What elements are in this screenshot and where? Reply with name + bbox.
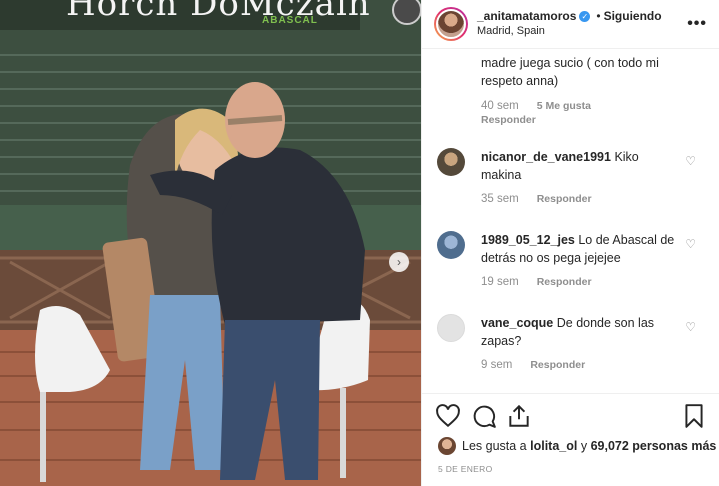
storefront-sign-subtext: ABASCAL <box>262 15 318 26</box>
author-avatar-image <box>436 9 466 39</box>
comment-like-heart-icon[interactable]: ♡ <box>685 320 696 334</box>
comment-text: madre juega sucio ( con todo mi respeto … <box>481 56 659 88</box>
likes-connector: y <box>580 439 588 453</box>
author-avatar[interactable] <box>434 7 468 41</box>
likes-summary: Les gusta a lolita_ol y 69,072 personas … <box>438 437 716 455</box>
chevron-right-icon: › <box>397 255 401 269</box>
next-photo-button[interactable]: › <box>389 252 409 272</box>
author-username[interactable]: _anitamatamoros <box>477 9 576 24</box>
separator-dot: • <box>596 9 601 23</box>
reply-button[interactable]: Responder <box>537 193 592 205</box>
more-options-icon[interactable]: ••• <box>687 15 707 33</box>
action-icons-row <box>435 403 707 429</box>
commenter-username[interactable]: 1989_05_12_jes <box>481 233 575 247</box>
heart-icon[interactable] <box>435 403 461 429</box>
reply-button[interactable]: Responder <box>530 359 585 371</box>
commenter-avatar[interactable] <box>437 231 465 259</box>
comment-time: 9 sem <box>481 359 513 371</box>
post-photo[interactable]: Horch DoMczain ABASCAL › <box>0 0 421 486</box>
comment-time: 35 sem <box>481 193 519 205</box>
share-icon[interactable] <box>506 403 532 429</box>
comment-like-heart-icon[interactable]: ♡ <box>685 237 696 251</box>
comment-icon[interactable] <box>471 403 497 429</box>
storefront-sign-text: Horch DoMczain <box>66 0 371 24</box>
comment-meta: 40 sem 5 Me gusta <box>481 100 609 112</box>
post-header: _anitamatamoros ✓ • Siguiendo Madrid, Sp… <box>422 0 719 49</box>
comment-time: 40 sem <box>481 100 519 112</box>
liker-avatar[interactable] <box>438 437 456 455</box>
author-info: _anitamatamoros ✓ • Siguiendo Madrid, Sp… <box>477 9 687 39</box>
comment-meta: 9 sem Responder <box>481 359 603 371</box>
comment-like-heart-icon[interactable]: ♡ <box>685 154 696 168</box>
comment-likes[interactable]: 5 Me gusta <box>537 100 591 112</box>
comment-time: 19 sem <box>481 276 519 288</box>
reply-button[interactable]: Responder <box>481 114 536 126</box>
post-side-panel: _anitamatamoros ✓ • Siguiendo Madrid, Sp… <box>421 0 719 486</box>
post-actions: Les gusta a lolita_ol y 69,072 personas … <box>422 393 719 486</box>
comment-body: 1989_05_12_jes Lo de Abascal de detrás n… <box>481 231 679 267</box>
comment-body: nicanor_de_vane1991 Kiko makina <box>481 148 679 184</box>
commenter-avatar[interactable] <box>437 314 465 342</box>
liker-username[interactable]: lolita_ol <box>530 439 577 453</box>
post-date[interactable]: 5 DE ENERO <box>438 464 493 474</box>
bookmark-icon[interactable] <box>681 403 707 429</box>
comment-meta: 35 sem Responder <box>481 193 610 205</box>
verified-badge-icon: ✓ <box>579 11 591 22</box>
photo-scene <box>0 0 421 486</box>
likes-prefix: Les gusta a <box>462 439 527 453</box>
likes-count[interactable]: 69,072 personas más <box>591 439 717 453</box>
commenter-username[interactable]: vane_coque <box>481 316 553 330</box>
following-button[interactable]: Siguiendo <box>604 9 662 24</box>
comment-reply-wrap: Responder <box>481 114 554 126</box>
commenter-avatar[interactable] <box>437 148 465 176</box>
comments-list[interactable]: madre juega sucio ( con todo mi respeto … <box>422 50 719 393</box>
comment-meta: 19 sem Responder <box>481 276 610 288</box>
comment-body: vane_coque De donde son las zapas? <box>481 314 679 350</box>
reply-button[interactable]: Responder <box>537 276 592 288</box>
commenter-username[interactable]: nicanor_de_vane1991 <box>481 150 611 164</box>
post-location[interactable]: Madrid, Spain <box>477 24 687 39</box>
